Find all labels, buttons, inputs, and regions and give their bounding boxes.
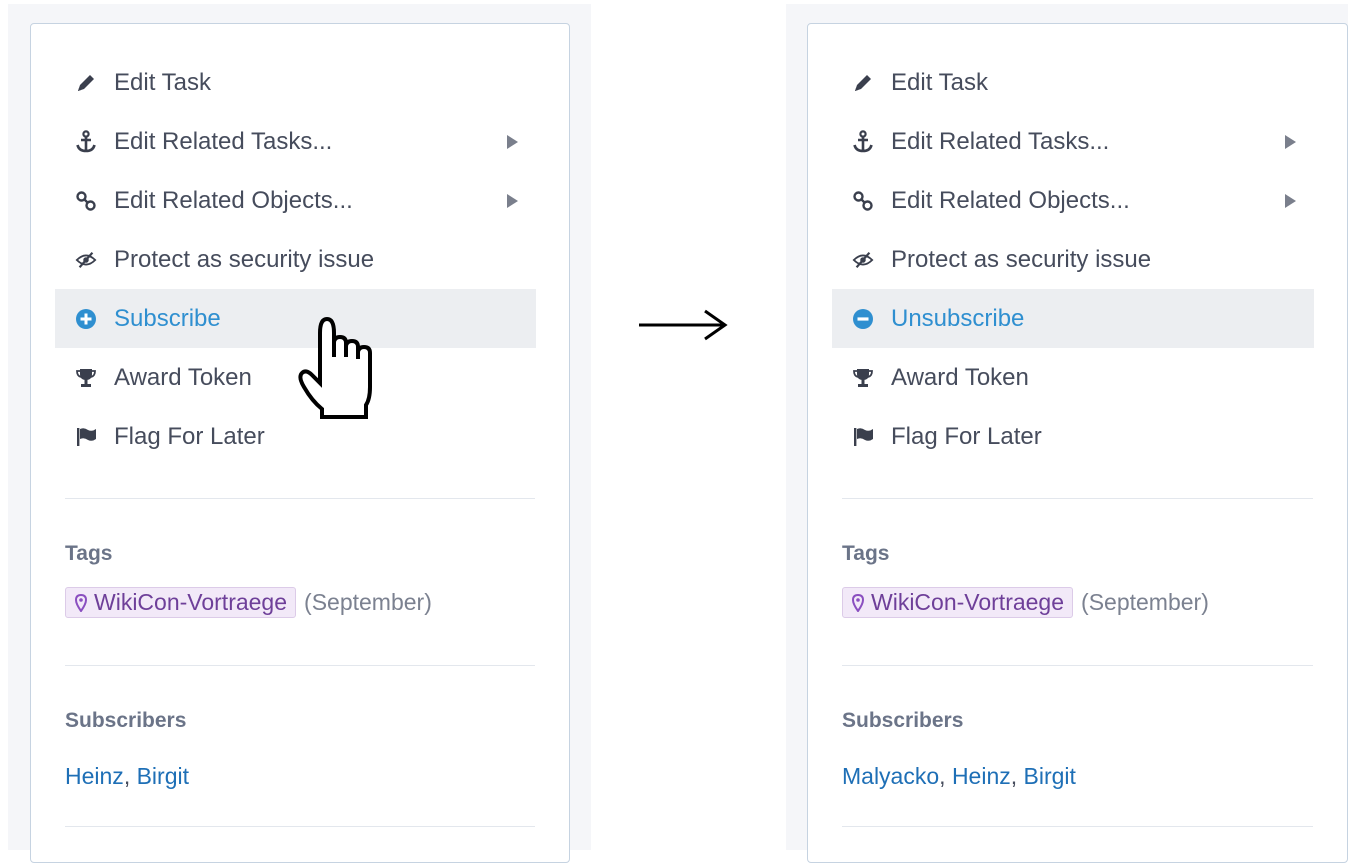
pencil-icon (75, 71, 97, 95)
divider (65, 665, 535, 666)
subscriber-separator: , (123, 763, 137, 789)
submenu-arrow-icon (507, 193, 518, 208)
tag-row: WikiCon-Vortraege (September) (842, 587, 1209, 618)
menu-item-protect-security[interactable]: Protect as security issue (55, 230, 536, 289)
menu-item-label: Edit Task (891, 68, 988, 96)
menu-item-award-token[interactable]: Award Token (832, 348, 1314, 407)
menu-item-label: Edit Related Objects... (891, 186, 1130, 214)
menu-item-protect-security[interactable]: Protect as security issue (832, 230, 1314, 289)
anchor-icon (75, 129, 97, 154)
eye-slash-icon (852, 248, 874, 272)
subscriber-link[interactable]: Birgit (137, 763, 189, 789)
divider (65, 498, 535, 499)
plus-circle-icon (75, 307, 97, 331)
minus-circle-icon (852, 307, 874, 331)
submenu-arrow-icon (1285, 134, 1296, 149)
tag-wikicon-vortraege[interactable]: WikiCon-Vortraege (842, 587, 1074, 618)
tag-name: WikiCon-Vortraege (871, 589, 1065, 615)
menu-item-label: Edit Related Objects... (114, 186, 353, 214)
menu-item-label: Edit Related Tasks... (114, 127, 333, 155)
subscriber-separator: , (939, 763, 952, 789)
tag-row: WikiCon-Vortraege (September) (65, 587, 432, 618)
menu-item-label: Edit Task (114, 68, 211, 96)
subscriber-link[interactable]: Malyacko (842, 763, 939, 789)
map-pin-icon (852, 593, 864, 612)
task-sidebar-after: Edit Task Edit Related Tasks... Edit Rel… (807, 23, 1348, 863)
submenu-arrow-icon (507, 134, 518, 149)
menu-item-label: Edit Related Tasks... (891, 127, 1110, 155)
menu-item-label: Protect as security issue (114, 245, 375, 273)
tag-name: WikiCon-Vortraege (94, 589, 288, 615)
link-icon (852, 189, 874, 213)
divider (842, 665, 1313, 666)
menu-item-label: Award Token (891, 363, 1029, 391)
subscribers-list: Heinz, Birgit (65, 763, 189, 790)
trophy-icon (75, 366, 97, 390)
task-sidebar-before: Edit Task Edit Related Tasks... Edit Rel… (30, 23, 570, 863)
divider (842, 498, 1313, 499)
menu-item-label: Flag For Later (114, 422, 265, 450)
subscribers-list: Malyacko, Heinz, Birgit (842, 763, 1076, 790)
subscriber-link[interactable]: Heinz (65, 763, 124, 789)
subscribers-heading: Subscribers (65, 709, 187, 732)
map-pin-icon (75, 593, 87, 612)
flag-icon (75, 425, 97, 449)
trophy-icon (852, 366, 874, 390)
subscriber-link[interactable]: Heinz (952, 763, 1011, 789)
tags-heading: Tags (842, 542, 890, 565)
menu-item-edit-related-objects[interactable]: Edit Related Objects... (832, 171, 1314, 230)
menu-item-label: Unsubscribe (891, 304, 1025, 332)
pencil-icon (852, 71, 874, 95)
divider (65, 826, 535, 827)
tag-wikicon-vortraege[interactable]: WikiCon-Vortraege (65, 587, 297, 618)
actions-menu: Edit Task Edit Related Tasks... Edit Rel… (832, 53, 1314, 466)
menu-item-edit-task[interactable]: Edit Task (832, 53, 1314, 112)
menu-item-edit-related-tasks[interactable]: Edit Related Tasks... (55, 112, 536, 171)
menu-item-label: Subscribe (114, 304, 221, 332)
anchor-icon (852, 129, 874, 154)
right-arrow-icon (637, 305, 729, 350)
submenu-arrow-icon (1285, 193, 1296, 208)
menu-item-label: Award Token (114, 363, 252, 391)
flag-icon (852, 425, 874, 449)
menu-item-label: Flag For Later (891, 422, 1042, 450)
pointing-hand-cursor-icon (296, 313, 378, 426)
menu-item-edit-task[interactable]: Edit Task (55, 53, 536, 112)
tag-suffix: (September) (304, 589, 432, 615)
menu-item-flag-for-later[interactable]: Flag For Later (832, 407, 1314, 466)
subscriber-link[interactable]: Birgit (1024, 763, 1076, 789)
menu-item-edit-related-objects[interactable]: Edit Related Objects... (55, 171, 536, 230)
menu-item-unsubscribe[interactable]: Unsubscribe (832, 289, 1314, 348)
eye-slash-icon (75, 248, 97, 272)
tags-heading: Tags (65, 542, 113, 565)
subscribers-heading: Subscribers (842, 709, 964, 732)
menu-item-label: Protect as security issue (891, 245, 1152, 273)
menu-item-edit-related-tasks[interactable]: Edit Related Tasks... (832, 112, 1314, 171)
divider (842, 826, 1313, 827)
link-icon (75, 189, 97, 213)
subscriber-separator: , (1010, 763, 1024, 789)
tag-suffix: (September) (1081, 589, 1209, 615)
